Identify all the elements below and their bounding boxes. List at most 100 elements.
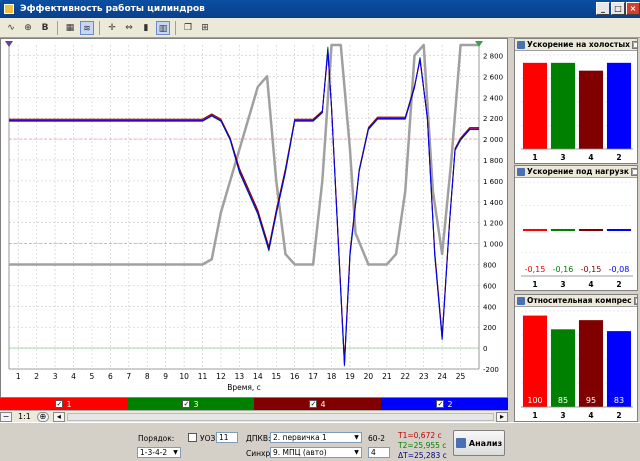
t1-readout: T1=0,672 с <box>398 431 442 440</box>
chart-icon[interactable]: ≋ <box>80 20 94 35</box>
horizontal-scrollbar[interactable] <box>66 412 494 421</box>
bars-icon[interactable]: ▥ <box>156 20 170 35</box>
main-chart[interactable]: 1 2 3 4 5 6 7 8 9 10 11 12 13 14 15 16 17 18 19 20 21 22 23 24 2… <box>0 38 508 398</box>
dpkv-value: 2. первичка 1 <box>273 433 327 442</box>
zoom-in-button[interactable]: ⊕ <box>36 411 49 422</box>
scroll-left-button[interactable]: ◂ <box>52 411 65 422</box>
series-line <box>9 52 479 363</box>
series-line <box>9 49 479 365</box>
toolbar: ∿ ⊕ B ▦ ≋ ✛ ⇔ ▮ ▥ ❐ ⊞ <box>0 18 640 38</box>
sync-num-input[interactable]: 4 <box>368 447 390 458</box>
dpkv-select[interactable]: 2. первичка 1 ▼ <box>270 432 362 443</box>
restore-icon[interactable]: □ <box>631 40 637 49</box>
checkbox-icon[interactable]: ✓ <box>436 400 445 408</box>
y-tick-label: 200 <box>483 324 496 332</box>
x-tick-label: 4 <box>71 372 76 381</box>
category-label: 1 <box>532 280 537 289</box>
legend-label: 3 <box>193 399 199 409</box>
checkbox-icon[interactable]: ✓ <box>182 400 191 408</box>
load-acceleration-chart: -0,15 1 -0,16 3 -0,15 4 -0,08 2 <box>521 181 633 289</box>
y-tick-label: 0 <box>483 345 487 353</box>
x-tick-label: 11 <box>198 372 208 381</box>
y-tick-label: 1 000 <box>483 241 503 249</box>
title-bar: Эффективность работы цилиндров _ □ × <box>0 0 640 18</box>
y-tick-label: 1 200 <box>483 220 503 228</box>
bar <box>550 229 576 231</box>
bar <box>522 315 548 407</box>
x-tick-label: 3 <box>53 372 58 381</box>
panel-icon <box>517 167 525 176</box>
sync-select[interactable]: 9. МПЦ (авто) ▼ <box>270 447 362 458</box>
checkbox-icon[interactable]: ✓ <box>55 400 64 408</box>
dpkv-label: ДПКВ: <box>246 434 271 443</box>
checkbox-icon[interactable]: ✓ <box>309 400 318 408</box>
analyze-button[interactable]: Анализ <box>453 430 505 456</box>
analyze-label: Анализ <box>468 438 503 448</box>
legend-channel-2[interactable]: ✓ 2 <box>381 398 508 410</box>
panel-title: Ускорение под нагрузк <box>527 167 629 176</box>
t2-readout: T2=25,955 с <box>398 441 447 450</box>
bold-icon[interactable]: B <box>38 21 52 35</box>
uoz-checkbox[interactable] <box>188 433 197 442</box>
category-label: 3 <box>560 280 565 289</box>
x-tick-label: 8 <box>145 372 150 381</box>
app-icon <box>4 4 14 14</box>
legend-channel-4[interactable]: ✓ 4 <box>254 398 381 410</box>
bar-icon[interactable]: ▮ <box>139 21 153 35</box>
grid-icon[interactable]: ▦ <box>63 21 77 35</box>
x-tick-label: 23 <box>419 372 429 381</box>
bar <box>606 229 632 231</box>
close-button[interactable]: × <box>626 2 640 15</box>
crosshair-icon[interactable]: ✛ <box>105 21 119 35</box>
legend-label: 4 <box>320 399 326 409</box>
x-tick-label: 1 <box>16 372 21 381</box>
order-select[interactable]: 1-3-4-2 ▼ <box>137 447 181 458</box>
category-label: 1 <box>532 411 537 420</box>
panel-idle-acceleration: Ускорение на холостых□× +11 1 +11 3 +10 4 +11 2 <box>514 38 638 164</box>
y-tick-label: 600 <box>483 282 496 290</box>
scroll-right-button[interactable]: ▸ <box>496 411 508 422</box>
maximize-button[interactable]: □ <box>611 2 625 15</box>
category-label: 2 <box>616 280 621 289</box>
zoom-level[interactable]: 1:1 <box>18 412 31 421</box>
y-tick-label: 1 600 <box>483 178 503 186</box>
marker-icon[interactable]: ⇔ <box>122 21 136 35</box>
measure-icon[interactable]: ⊞ <box>198 21 212 35</box>
legend-channel-1[interactable]: ✓ 1 <box>0 398 127 410</box>
restore-icon[interactable]: □ <box>633 296 637 305</box>
panel-title: Относительная компрес <box>527 296 632 305</box>
panel-header: Ускорение под нагрузк□× <box>515 166 637 178</box>
channel-legend: ✓ 1 ✓ 3 ✓ 4 ✓ 2 <box>0 398 508 410</box>
scroll-row: − 1:1 ⊕ ◂ ▸ <box>0 410 508 422</box>
chevron-down-icon: ▼ <box>354 434 359 441</box>
pulse-icon[interactable]: ∿ <box>4 21 18 35</box>
legend-label: 1 <box>66 399 72 409</box>
x-tick-label: 16 <box>290 372 300 381</box>
uoz-input[interactable]: 11 <box>216 432 238 443</box>
x-axis-label: Время, с <box>227 383 261 392</box>
data-label: +10 <box>583 138 600 147</box>
relative-compression-chart: 100 1 85 3 95 4 83 2 <box>521 310 633 420</box>
legend-channel-3[interactable]: ✓ 3 <box>127 398 254 410</box>
main-chart-svg[interactable]: 1 2 3 4 5 6 7 8 9 10 11 12 13 14 15 16 17 18 19 20 21 22 23 24 2… <box>1 39 507 397</box>
category-label: 4 <box>588 280 593 289</box>
copy-icon[interactable]: ❐ <box>181 21 195 35</box>
data-label: 85 <box>558 396 568 405</box>
chevron-down-icon: ▼ <box>173 449 178 456</box>
collapse-button[interactable]: − <box>0 411 12 422</box>
restore-icon[interactable]: □ <box>630 167 637 176</box>
toolbar-separator <box>99 20 100 35</box>
x-tick-label: 17 <box>308 372 318 381</box>
minimize-button[interactable]: _ <box>596 2 610 15</box>
sync-value: 9. МПЦ (авто) <box>273 448 327 457</box>
x-tick-label: 2 <box>34 372 39 381</box>
marker-t1 <box>5 41 13 47</box>
y-tick-label: 2 400 <box>483 94 503 102</box>
data-label: -0,15 <box>581 265 602 274</box>
data-label: +11 <box>527 138 544 147</box>
y-tick-label: 2 000 <box>483 136 503 144</box>
x-tick-label: 21 <box>382 372 392 381</box>
x-tick-label: 6 <box>108 372 113 381</box>
zoom-icon[interactable]: ⊕ <box>21 21 35 35</box>
panel-icon <box>517 40 525 49</box>
